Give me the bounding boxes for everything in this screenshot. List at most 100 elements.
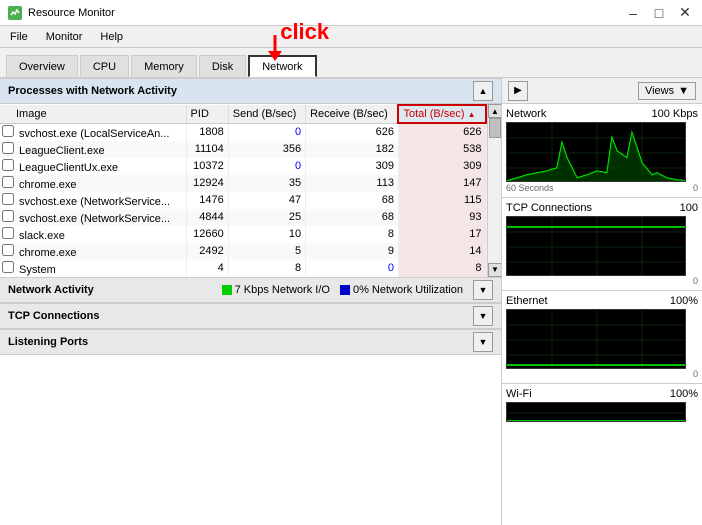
network-activity-chevron[interactable]: ▼ [473,280,493,300]
tcp-graph-svg [507,217,686,276]
cell-send: 10 [228,226,305,243]
close-button[interactable]: ✕ [676,4,694,22]
cell-image: svchost.exe (NetworkService... [0,192,186,209]
maximize-button[interactable]: □ [650,4,668,22]
table-scrollbar[interactable]: ▲ ▼ [487,104,501,277]
network-activity-info: 7 Kbps Network I/O 0% Network Utilizatio… [222,280,493,300]
col-pid[interactable]: PID [186,105,228,123]
wifi-graph-label: Wi-Fi [506,388,532,400]
row-checkbox[interactable] [2,227,14,239]
views-container: Views ▼ [638,82,696,100]
table-row[interactable]: chrome.exe 12924 35 113 147 [0,175,486,192]
views-button[interactable]: Views ▼ [638,82,696,100]
left-panel: Processes with Network Activity ▲ Image … [0,78,502,525]
table-row[interactable]: System 4 8 0 8 [0,260,486,277]
process-section-chevron[interactable]: ▲ [473,81,493,101]
listening-ports-header[interactable]: Listening Ports ▼ [0,329,501,355]
network-activity-header[interactable]: Network Activity 7 Kbps Network I/O 0% N… [0,277,501,303]
tab-cpu[interactable]: CPU [80,55,129,77]
wifi-graph-svg [507,403,686,422]
legend2: 0% Network Utilization [340,284,463,296]
tcp-graph-value: 100 [680,202,698,214]
listening-ports-title: Listening Ports [8,336,88,348]
wifi-graph-label-row: Wi-Fi 100% [506,388,698,400]
cell-receive: 626 [306,123,399,141]
scroll-track [488,118,501,263]
cell-pid: 4844 [186,209,228,226]
table-row[interactable]: svchost.exe (NetworkService... 1476 47 6… [0,192,486,209]
cell-receive: 0 [306,260,399,277]
row-checkbox[interactable] [2,159,14,171]
right-panel: ▶ Views ▼ Network 100 Kbps [502,78,702,525]
process-section-header[interactable]: Processes with Network Activity ▲ [0,78,501,104]
table-with-scroll: Image PID Send (B/sec) Receive (B/sec) T… [0,104,501,277]
tab-network[interactable]: Network click [248,55,316,77]
col-total[interactable]: Total (B/sec) ▲ [398,105,486,123]
cell-image: chrome.exe [0,243,186,260]
table-row[interactable]: svchost.exe (LocalServiceAn... 1808 0 62… [0,123,486,141]
ethernet-graph-value: 100% [670,295,698,307]
tcp-connections-header[interactable]: TCP Connections ▼ [0,303,501,329]
row-checkbox[interactable] [2,261,14,273]
table-row[interactable]: LeagueClientUx.exe 10372 0 309 309 [0,158,486,175]
cell-send: 0 [228,123,305,141]
cell-pid: 10372 [186,158,228,175]
title-bar-left: Resource Monitor [8,6,115,20]
cell-pid: 12924 [186,175,228,192]
tab-disk[interactable]: Disk [199,55,246,77]
table-row[interactable]: LeagueClient.exe 11104 356 182 538 [0,141,486,158]
menu-help[interactable]: Help [96,29,127,45]
window-controls: – □ ✕ [624,4,694,22]
cell-total: 309 [398,158,486,175]
menu-file[interactable]: File [6,29,32,45]
cell-total: 14 [398,243,486,260]
table-row[interactable]: slack.exe 12660 10 8 17 [0,226,486,243]
cell-pid: 1808 [186,123,228,141]
scroll-down-btn[interactable]: ▼ [488,263,501,277]
scroll-thumb[interactable] [489,118,501,138]
tcp-connections-chevron[interactable]: ▼ [473,306,493,326]
tcp-connections-title: TCP Connections [8,310,99,322]
cell-receive: 113 [306,175,399,192]
row-checkbox[interactable] [2,210,14,222]
process-table-wrapper: Image PID Send (B/sec) Receive (B/sec) T… [0,104,487,277]
minimize-button[interactable]: – [624,4,642,22]
col-send[interactable]: Send (B/sec) [228,105,305,123]
nav-prev-button[interactable]: ▶ [508,81,528,101]
cell-pid: 4 [186,260,228,277]
tcp-graph-canvas [506,216,686,276]
empty-space [0,355,501,525]
cell-total: 8 [398,260,486,277]
row-checkbox[interactable] [2,244,14,256]
tcp-graph-label: TCP Connections [506,202,592,214]
cell-total: 626 [398,123,486,141]
cell-total: 115 [398,192,486,209]
network-graph-canvas [506,122,686,182]
cell-receive: 9 [306,243,399,260]
row-checkbox[interactable] [2,193,14,205]
row-checkbox[interactable] [2,125,14,137]
col-receive[interactable]: Receive (B/sec) [306,105,399,123]
ethernet-graph-svg [507,310,686,369]
cell-image: svchost.exe (NetworkService... [0,209,186,226]
table-row[interactable]: chrome.exe 2492 5 9 14 [0,243,486,260]
cell-send: 47 [228,192,305,209]
ethernet-graph-time-end: 0 [693,369,698,379]
row-checkbox[interactable] [2,176,14,188]
cell-send: 5 [228,243,305,260]
tab-memory[interactable]: Memory [131,55,197,77]
scroll-up-btn[interactable]: ▲ [488,104,501,118]
title-bar: Resource Monitor – □ ✕ [0,0,702,26]
col-image[interactable]: Image [0,105,186,123]
row-checkbox[interactable] [2,142,14,154]
menu-monitor[interactable]: Monitor [42,29,87,45]
listening-ports-chevron[interactable]: ▼ [473,332,493,352]
cell-send: 35 [228,175,305,192]
tab-overview[interactable]: Overview [6,55,78,77]
views-chevron: ▼ [678,85,689,97]
cell-pid: 1476 [186,192,228,209]
process-table-container: Image PID Send (B/sec) Receive (B/sec) T… [0,104,501,277]
table-row[interactable]: svchost.exe (NetworkService... 4844 25 6… [0,209,486,226]
network-graph-label-row: Network 100 Kbps [506,108,698,120]
cell-image: slack.exe [0,226,186,243]
